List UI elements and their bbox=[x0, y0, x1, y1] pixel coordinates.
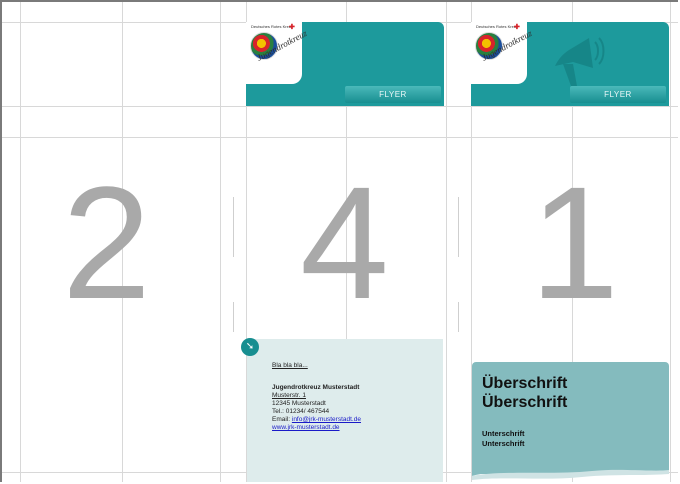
panel-number-right: 1 bbox=[530, 153, 619, 332]
guide-line bbox=[20, 2, 21, 482]
cover-heading-1: Überschrift bbox=[482, 375, 568, 392]
contact-intro: Bla bla bla... bbox=[272, 362, 308, 369]
cover-subheadings: Unterschrift Unterschrift bbox=[482, 429, 525, 449]
jrk-logo: Deutsches Rotes Kreuz ✚ Jugendrotkreuz bbox=[249, 24, 309, 76]
contact-city: 12345 Musterstadt bbox=[272, 400, 326, 407]
red-cross-icon: ✚ bbox=[514, 24, 520, 31]
guide-line bbox=[220, 2, 221, 482]
cover-panel: Überschrift Überschrift Unterschrift Unt… bbox=[472, 362, 669, 474]
header-card-right: Deutsches Rotes Kreuz ✚ Jugendrotkreuz F… bbox=[471, 22, 669, 106]
flyer-label: FLYER bbox=[570, 86, 666, 103]
cover-subheading-1: Unterschrift bbox=[482, 429, 525, 438]
arrow-icon: ➘ bbox=[241, 338, 259, 356]
brand-text: Deutsches Rotes Kreuz bbox=[476, 24, 519, 29]
brand-text: Deutsches Rotes Kreuz bbox=[251, 24, 294, 29]
fold-mark bbox=[458, 302, 459, 332]
contact-web-link[interactable]: www.jrk-musterstadt.de bbox=[272, 424, 340, 431]
red-cross-icon: ✚ bbox=[289, 24, 295, 31]
flyer-label: FLYER bbox=[345, 86, 441, 103]
megaphone-icon bbox=[555, 37, 605, 86]
jrk-logo: Deutsches Rotes Kreuz ✚ Jugendrotkreuz bbox=[474, 24, 534, 76]
cover-heading-2: Überschrift bbox=[482, 394, 568, 411]
contact-email-label: Email: bbox=[272, 416, 291, 423]
guide-line bbox=[670, 2, 671, 482]
contact-text: Bla bla bla... Jugendrotkreuz Musterstad… bbox=[272, 362, 361, 432]
panel-number-middle: 4 bbox=[300, 153, 389, 332]
guide-line bbox=[446, 2, 447, 482]
contact-phone: Tel.: 01234/ 467544 bbox=[272, 408, 330, 415]
guide-line bbox=[2, 137, 678, 138]
header-card-middle: Deutsches Rotes Kreuz ✚ Jugendrotkreuz F… bbox=[246, 22, 444, 106]
fold-mark bbox=[233, 302, 234, 332]
cover-subheading-2: Unterschrift bbox=[482, 439, 525, 448]
contact-email-link[interactable]: info@jrk-musterstadt.de bbox=[292, 416, 361, 423]
fold-mark bbox=[233, 197, 234, 257]
panel-number-left: 2 bbox=[62, 153, 151, 332]
fold-mark bbox=[458, 197, 459, 257]
contact-org: Jugendrotkreuz Musterstadt bbox=[272, 384, 360, 391]
guide-line bbox=[2, 106, 678, 107]
contact-street: Musterstr. 1 bbox=[272, 392, 306, 399]
cover-headings: Überschrift Überschrift bbox=[482, 374, 567, 412]
cover-wave bbox=[472, 462, 669, 480]
